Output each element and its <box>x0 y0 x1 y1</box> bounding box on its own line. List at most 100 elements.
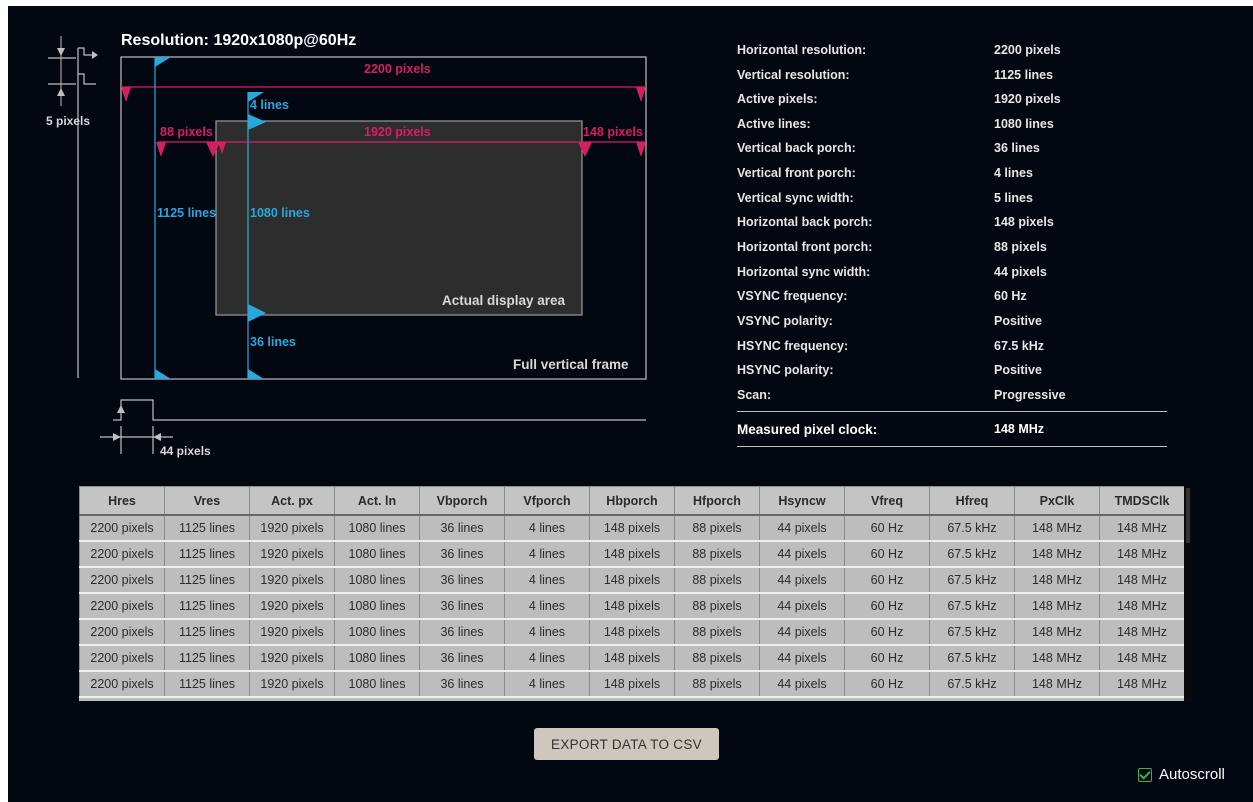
table-row[interactable]: 2200 pixels 1125 lines 1920 pixels 1080 lin… <box>79 671 1184 698</box>
table-scrollbar-thumb[interactable] <box>1186 488 1190 543</box>
hsync-width-label: 44 pixels <box>160 444 211 458</box>
autoscroll-checkbox[interactable] <box>1138 768 1152 782</box>
column-header[interactable]: Act. ln <box>334 486 420 516</box>
pixel-clock-value: 148 MHz <box>994 422 1045 436</box>
table-cell: 36 lines <box>419 671 505 698</box>
table-cell: 60 Hz <box>844 567 930 594</box>
table-row[interactable]: 2200 pixels 1125 lines 1920 pixels 1080 lin… <box>79 593 1184 620</box>
table-cell: 4 lines <box>504 619 590 646</box>
table-cell: 4 lines <box>504 593 590 620</box>
table-cell: 148 pixels <box>589 515 675 542</box>
column-header[interactable]: Hbporch <box>589 486 675 516</box>
table-cell: 67.5 kHz <box>929 593 1015 620</box>
param-name: VSYNC frequency: <box>737 289 848 303</box>
table-cell: 67.5 kHz <box>929 671 1015 698</box>
timing-diagram-graphic <box>48 36 647 454</box>
table-cell: 148 pixels <box>589 567 675 594</box>
column-header[interactable]: PxClk <box>1014 486 1100 516</box>
export-csv-button[interactable]: EXPORT DATA TO CSV <box>534 728 719 760</box>
table-row[interactable]: 2200 pixels 1125 lines 1920 pixels 1080 lin… <box>79 619 1184 646</box>
table-cell: 148 pixels <box>589 619 675 646</box>
table-cell: 44 pixels <box>759 541 845 568</box>
table-cell: 1125 lines <box>164 619 250 646</box>
active-height-label: 1080 lines <box>250 206 310 220</box>
column-header[interactable]: Hres <box>79 486 165 516</box>
table-cell: 60 Hz <box>844 593 930 620</box>
table-cell: 148 MHz <box>1014 593 1100 620</box>
table-cell: 1125 lines <box>164 515 250 542</box>
table-cell: 4 lines <box>504 671 590 698</box>
param-name: Horizontal back porch: <box>737 215 873 229</box>
param-row: Active pixels: 1920 pixels <box>737 92 1167 116</box>
total-height-label: 1125 lines <box>157 206 217 220</box>
table-cell: 88 pixels <box>674 671 760 698</box>
table-cell: 4 lines <box>504 645 590 672</box>
table-cell: 44 pixels <box>759 619 845 646</box>
table-cell: 88 pixels <box>674 645 760 672</box>
param-row: Vertical resolution: 1125 lines <box>737 68 1167 92</box>
table-cell: 1920 pixels <box>249 567 335 594</box>
table-row[interactable]: 2200 pixels 1125 lines 1920 pixels 1080 lin… <box>79 567 1184 594</box>
table-cell: 88 pixels <box>674 541 760 568</box>
table-row[interactable]: 2200 pixels 1125 lines 1920 pixels 1080 lin… <box>79 645 1184 672</box>
table-cell: 1920 pixels <box>249 541 335 568</box>
full-frame-label: Full vertical frame <box>513 357 629 372</box>
table-cell: 88 pixels <box>674 515 760 542</box>
column-header[interactable]: Vfporch <box>504 486 590 516</box>
table-cell: 36 lines <box>419 619 505 646</box>
param-name: Vertical front porch: <box>737 166 856 180</box>
table-cell: 67.5 kHz <box>929 567 1015 594</box>
table-cell: 148 MHz <box>1099 645 1184 672</box>
column-header[interactable]: Hfporch <box>674 486 760 516</box>
table-row[interactable]: 2200 pixels 1125 lines 1920 pixels 1080 lin… <box>79 541 1184 568</box>
table-cell: 67.5 kHz <box>929 541 1015 568</box>
column-header[interactable]: Vres <box>164 486 250 516</box>
divider <box>737 446 1167 447</box>
param-value: Positive <box>994 314 1042 328</box>
param-value: 4 lines <box>994 166 1033 180</box>
table-cell: 148 MHz <box>1099 619 1184 646</box>
table-cell: 2200 pixels <box>79 593 165 620</box>
table-cell: 2200 pixels <box>79 671 165 698</box>
timing-table[interactable]: Hres Vres Act. px Act. ln Vbporch Vfporc… <box>79 486 1184 701</box>
table-cell: 88 pixels <box>674 619 760 646</box>
table-cell: 60 Hz <box>844 671 930 698</box>
table-cell: 36 lines <box>419 593 505 620</box>
vsync-width-label: 5 pixels <box>46 114 91 128</box>
param-row: HSYNC polarity: Positive <box>737 363 1167 387</box>
table-cell: 1080 lines <box>334 541 420 568</box>
table-cell: 148 MHz <box>1014 515 1100 542</box>
param-row: Horizontal resolution: 2200 pixels <box>737 43 1167 67</box>
column-header[interactable]: Act. px <box>249 486 335 516</box>
param-value: 1125 lines <box>994 68 1054 82</box>
column-header[interactable]: Hsyncw <box>759 486 845 516</box>
param-value: 5 lines <box>994 191 1033 205</box>
back-porch-h-label: 148 pixels <box>583 125 643 139</box>
table-cell: 88 pixels <box>674 593 760 620</box>
table-cell: 44 pixels <box>759 645 845 672</box>
param-value: Positive <box>994 363 1042 377</box>
table-cell: 1080 lines <box>334 593 420 620</box>
table-cell: 1080 lines <box>334 645 420 672</box>
table-cell: 60 Hz <box>844 541 930 568</box>
param-name: Vertical resolution: <box>737 68 850 82</box>
table-cell: 148 MHz <box>1099 671 1184 698</box>
table-body: 2200 pixels 1125 lines 1920 pixels 1080 lin… <box>79 515 1184 698</box>
param-name: HSYNC polarity: <box>737 363 834 377</box>
param-value: 88 pixels <box>994 240 1047 254</box>
table-cell: 148 pixels <box>589 671 675 698</box>
column-header[interactable]: Vbporch <box>419 486 505 516</box>
column-header[interactable]: Hfreq <box>929 486 1015 516</box>
pixel-clock-row: Measured pixel clock: 148 MHz <box>737 422 1167 446</box>
column-header[interactable]: Vfreq <box>844 486 930 516</box>
table-row[interactable]: 2200 pixels 1125 lines 1920 pixels 1080 lin… <box>79 515 1184 542</box>
param-name: Vertical back porch: <box>737 141 856 155</box>
table-header-row: Hres Vres Act. px Act. ln Vbporch Vfporc… <box>79 486 1184 516</box>
param-value: 67.5 kHz <box>994 339 1045 353</box>
table-cell: 148 MHz <box>1099 541 1184 568</box>
column-header[interactable]: TMDSClk <box>1099 486 1184 516</box>
back-porch-v-label: 36 lines <box>250 335 296 349</box>
table-cell: 1920 pixels <box>249 645 335 672</box>
table-cell: 148 MHz <box>1099 567 1184 594</box>
table-cell: 148 MHz <box>1014 567 1100 594</box>
